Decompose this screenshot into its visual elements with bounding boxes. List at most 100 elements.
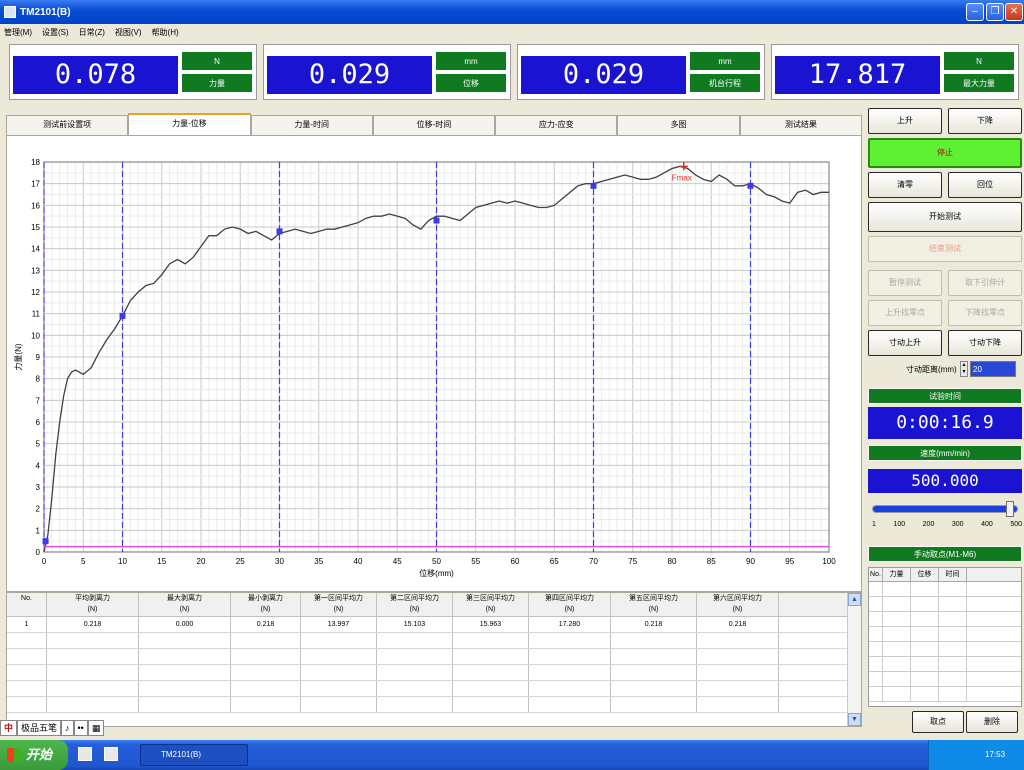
x-tick-label: 90 bbox=[746, 557, 755, 566]
tab-test-results[interactable]: 测试结果 bbox=[739, 115, 862, 135]
x-tick-label: 100 bbox=[822, 557, 836, 566]
x-tick-label: 20 bbox=[197, 557, 206, 566]
x-tick-label: 95 bbox=[785, 557, 794, 566]
menu-daily[interactable]: 日常(Z) bbox=[79, 27, 105, 38]
interval-marker bbox=[276, 228, 283, 235]
ime-chinese-toggle[interactable]: 中 bbox=[0, 720, 18, 736]
cell-no: 1 bbox=[7, 617, 47, 632]
menu-help[interactable]: 帮助(H) bbox=[152, 27, 179, 38]
interval-marker bbox=[433, 217, 440, 224]
speed-ticks: 1 100 200 300 400 500 bbox=[872, 521, 1022, 528]
chart-svg: 0 5 10 15 20 25 30 35 40 45 50 55 60 65 70 75 80 85 90 95 10… bbox=[13, 158, 836, 578]
x-tick-label: 15 bbox=[157, 557, 166, 566]
y-tick-label: 3 bbox=[36, 483, 41, 492]
force-unit: N bbox=[181, 51, 253, 71]
taskbar-app-button[interactable]: TM2101(B) bbox=[140, 744, 248, 766]
x-tick-label: 40 bbox=[354, 557, 363, 566]
stop-button[interactable]: 停止 bbox=[868, 138, 1022, 168]
x-tick-label: 85 bbox=[707, 557, 716, 566]
view-tabs: 测试前设置项 力量-位移 力量-时间 位移-时间 应力-应变 多图 测试结果 bbox=[6, 113, 862, 135]
scroll-up-arrow[interactable]: ▲ bbox=[848, 593, 861, 606]
cell-interval-2: 15.103 bbox=[377, 617, 453, 632]
pause-test-button[interactable]: 暂停测试 bbox=[868, 270, 942, 296]
down-button[interactable]: 下降 bbox=[948, 108, 1022, 134]
tab-displacement-time[interactable]: 位移-时间 bbox=[372, 115, 496, 135]
up-button[interactable]: 上升 bbox=[868, 108, 942, 134]
x-tick-label: 45 bbox=[393, 557, 402, 566]
ime-keyboard-toggle[interactable]: ▦ bbox=[87, 720, 105, 736]
y-tick-label: 14 bbox=[31, 245, 40, 254]
cell-interval-6: 0.218 bbox=[697, 617, 779, 632]
jog-distance-label: 寸动距离(mm) bbox=[906, 365, 957, 374]
y-tick-label: 0 bbox=[36, 548, 41, 557]
menu-settings[interactable]: 设置(S) bbox=[42, 27, 69, 38]
tab-multi-chart[interactable]: 多图 bbox=[617, 115, 740, 135]
delete-point-button[interactable]: 删除 bbox=[966, 711, 1018, 733]
x-tick-label: 0 bbox=[42, 557, 47, 566]
tab-pre-test-settings[interactable]: 测试前设置项 bbox=[6, 115, 129, 135]
restore-button[interactable]: ❐ bbox=[986, 3, 1004, 21]
cell-interval-3: 15.963 bbox=[453, 617, 529, 632]
table-scrollbar[interactable]: ▲ ▼ bbox=[847, 593, 861, 726]
menu-view[interactable]: 视图(V) bbox=[115, 27, 142, 38]
table-row-empty bbox=[7, 633, 849, 649]
tab-force-displacement[interactable]: 力量-位移 bbox=[128, 113, 251, 135]
displacement-value: 0.029 bbox=[267, 56, 432, 94]
force-label: 力量 bbox=[181, 73, 253, 93]
remove-extensometer-button[interactable]: 取下引伸计 bbox=[948, 270, 1022, 296]
col-interval-6: 第六区间平均力 (N) bbox=[697, 593, 779, 616]
y-tick-label: 2 bbox=[36, 505, 41, 514]
tab-stress-strain[interactable]: 应力-应变 bbox=[495, 115, 618, 135]
y-tick-label: 5 bbox=[36, 440, 41, 449]
return-button[interactable]: 回位 bbox=[948, 172, 1022, 198]
x-tick-label: 5 bbox=[81, 557, 86, 566]
interval-marker bbox=[119, 312, 126, 319]
y-tick-label: 9 bbox=[36, 353, 41, 362]
x-tick-label: 55 bbox=[471, 557, 480, 566]
col-interval-4: 第四区间平均力 (N) bbox=[529, 593, 611, 616]
speed-slider-track[interactable] bbox=[872, 505, 1018, 513]
end-test-button[interactable]: 结束测试 bbox=[868, 236, 1022, 262]
force-value: 0.078 bbox=[13, 56, 178, 94]
force-displacement-chart: 0 5 10 15 20 25 30 35 40 45 50 55 60 65 70 75 80 85 90 95 10… bbox=[6, 135, 862, 592]
manual-point-row bbox=[869, 657, 1021, 672]
displacement-label: 位移 bbox=[435, 73, 507, 93]
system-tray: 17:53 bbox=[928, 740, 1024, 770]
displacement-unit: mm bbox=[435, 51, 507, 71]
close-button[interactable]: ✕ bbox=[1005, 3, 1023, 21]
table-row[interactable]: 1 0.218 0.000 0.218 13.997 15.103 15.963… bbox=[7, 617, 849, 633]
control-panel: 上升 下降 停止 清零 回位 开始测试 结束测试 暂停测试 取下引伸计 上升找零… bbox=[866, 105, 1024, 740]
jog-distance-spinner[interactable]: ▴ ▾ bbox=[960, 361, 968, 377]
up-find-zero-button[interactable]: 上升找零点 bbox=[868, 300, 942, 326]
down-find-zero-button[interactable]: 下降找零点 bbox=[948, 300, 1022, 326]
x-tick-label: 60 bbox=[511, 557, 520, 566]
scroll-down-arrow[interactable]: ▼ bbox=[848, 713, 861, 726]
quicklaunch-icon[interactable] bbox=[78, 747, 92, 761]
table-row-empty bbox=[7, 649, 849, 665]
cell-max-peel: 0.000 bbox=[139, 617, 231, 632]
col-interval-1: 第一区间平均力 (N) bbox=[301, 593, 377, 616]
ime-wubi-label[interactable]: 极品五笔 bbox=[17, 720, 62, 736]
y-tick-label: 18 bbox=[31, 158, 40, 167]
cell-interval-5: 0.218 bbox=[611, 617, 697, 632]
start-button[interactable]: 开始 bbox=[0, 740, 68, 770]
ime-width-toggle[interactable]: •• bbox=[73, 720, 88, 736]
jog-up-button[interactable]: 寸动上升 bbox=[868, 330, 942, 356]
jog-down-button[interactable]: 寸动下降 bbox=[948, 330, 1022, 356]
tab-force-time[interactable]: 力量-时间 bbox=[250, 115, 373, 135]
minimize-button[interactable]: – bbox=[966, 3, 984, 21]
quicklaunch-icon[interactable] bbox=[104, 747, 118, 761]
manual-point-row bbox=[869, 612, 1021, 627]
ime-punct-toggle[interactable]: ♪ bbox=[61, 720, 74, 736]
start-test-button[interactable]: 开始测试 bbox=[868, 202, 1022, 232]
jog-distance-input[interactable]: 20 bbox=[970, 361, 1016, 377]
x-tick-label: 30 bbox=[275, 557, 284, 566]
menu-manage[interactable]: 管理(M) bbox=[4, 27, 32, 38]
cell-interval-1: 13.997 bbox=[301, 617, 377, 632]
speed-slider-fill bbox=[873, 506, 1017, 512]
speed-slider-thumb[interactable] bbox=[1006, 501, 1014, 517]
y-tick-label: 7 bbox=[36, 396, 41, 405]
take-point-button[interactable]: 取点 bbox=[912, 711, 964, 733]
clear-button[interactable]: 清零 bbox=[868, 172, 942, 198]
test-time-label: 试验时间 bbox=[868, 388, 1022, 404]
